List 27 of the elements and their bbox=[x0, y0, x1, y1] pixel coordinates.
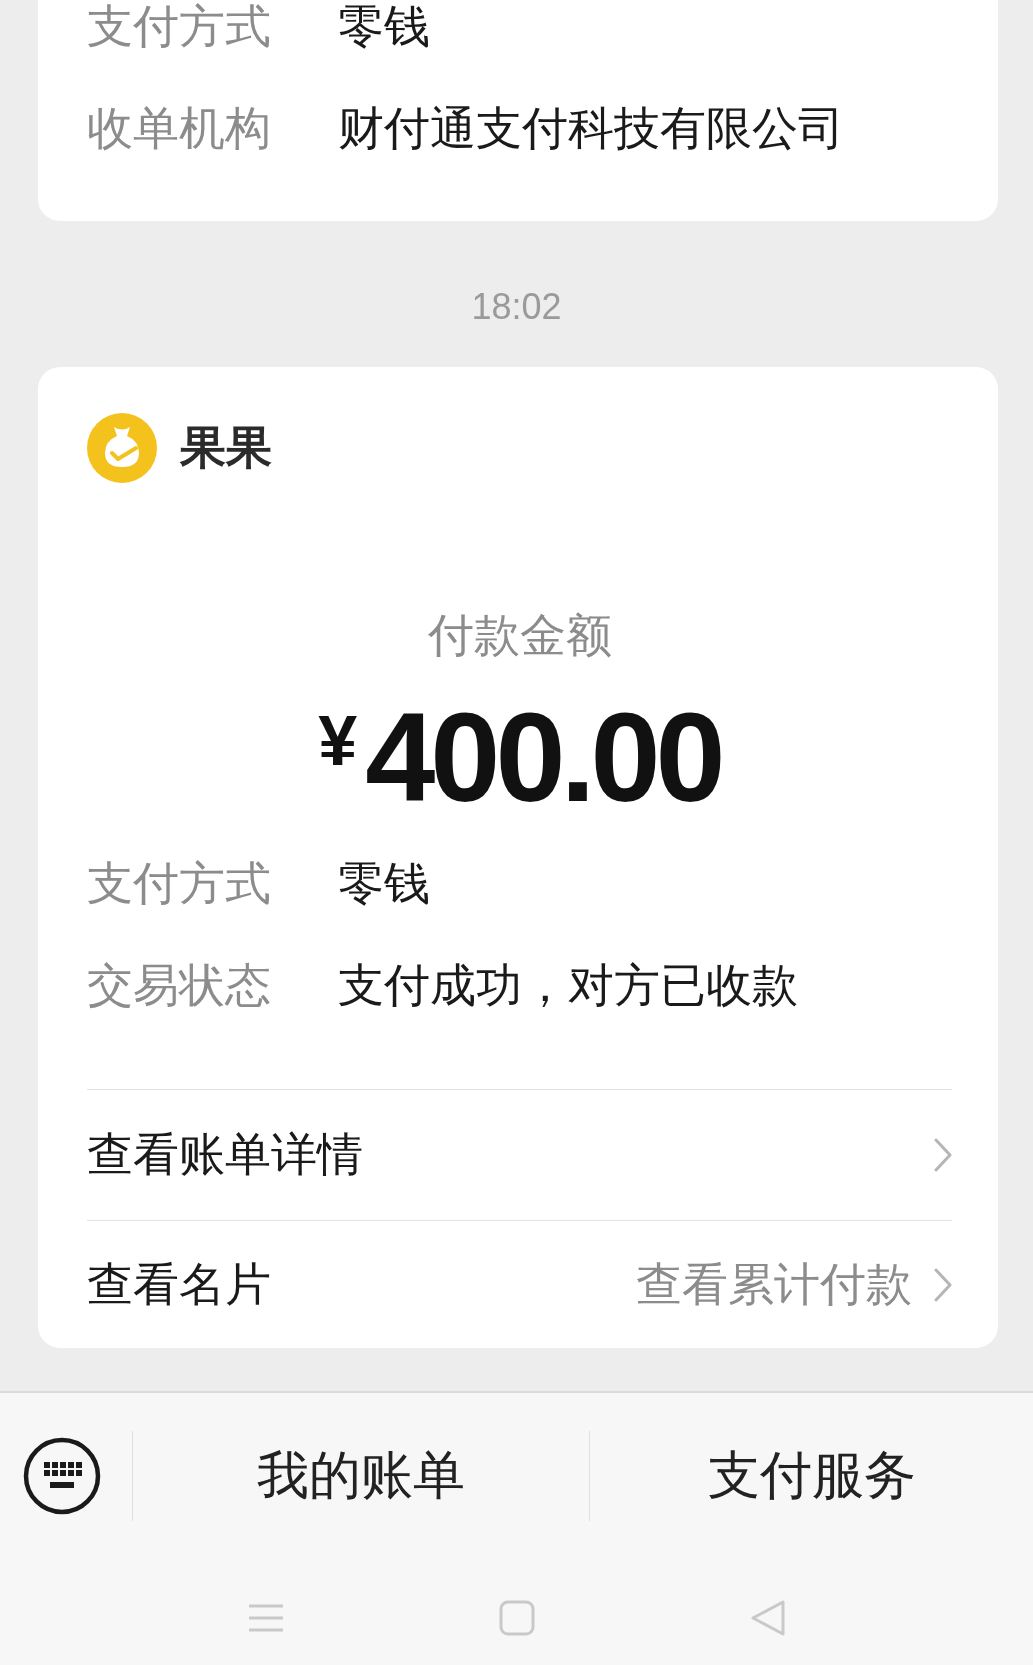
menu-icon[interactable] bbox=[247, 1603, 284, 1633]
list-item[interactable]: 查看账单详情 bbox=[87, 1090, 952, 1220]
field-label: 支付方式 bbox=[87, 857, 272, 909]
payer-name: 果果 bbox=[180, 419, 272, 476]
currency-symbol: ¥ bbox=[318, 706, 358, 776]
field-value: 财付通支付科技有限公司 bbox=[338, 102, 844, 154]
amount-label: 付款金额 bbox=[427, 607, 612, 664]
field-value: 零钱 bbox=[338, 0, 430, 52]
timestamp: 18:02 bbox=[471, 285, 562, 329]
chevron-right-icon bbox=[934, 1267, 952, 1302]
chevron-right-icon bbox=[934, 1138, 952, 1172]
field-label: 支付方式 bbox=[87, 0, 272, 52]
keyboard-icon[interactable] bbox=[23, 1437, 101, 1515]
field-value: 支付成功，对方已收款 bbox=[338, 959, 798, 1011]
list-item-extra: 查看累计付款 bbox=[636, 1255, 912, 1313]
money-bag-icon bbox=[87, 413, 157, 483]
square-icon[interactable] bbox=[498, 1600, 535, 1636]
menu-button[interactable]: 支付服务 bbox=[590, 1416, 1033, 1536]
field-label: 交易状态 bbox=[87, 959, 272, 1011]
list-item-label: 查看名片 bbox=[87, 1255, 271, 1313]
menu-button[interactable]: 我的账单 bbox=[133, 1416, 589, 1536]
field-value: 零钱 bbox=[338, 857, 430, 909]
list-item[interactable]: 查看名片 查看累计付款 bbox=[87, 1221, 952, 1348]
list-item-label: 查看账单详情 bbox=[87, 1126, 363, 1183]
amount-value: 400.00 bbox=[365, 694, 721, 822]
field-label: 收单机构 bbox=[87, 102, 272, 154]
back-icon[interactable] bbox=[749, 1599, 786, 1637]
